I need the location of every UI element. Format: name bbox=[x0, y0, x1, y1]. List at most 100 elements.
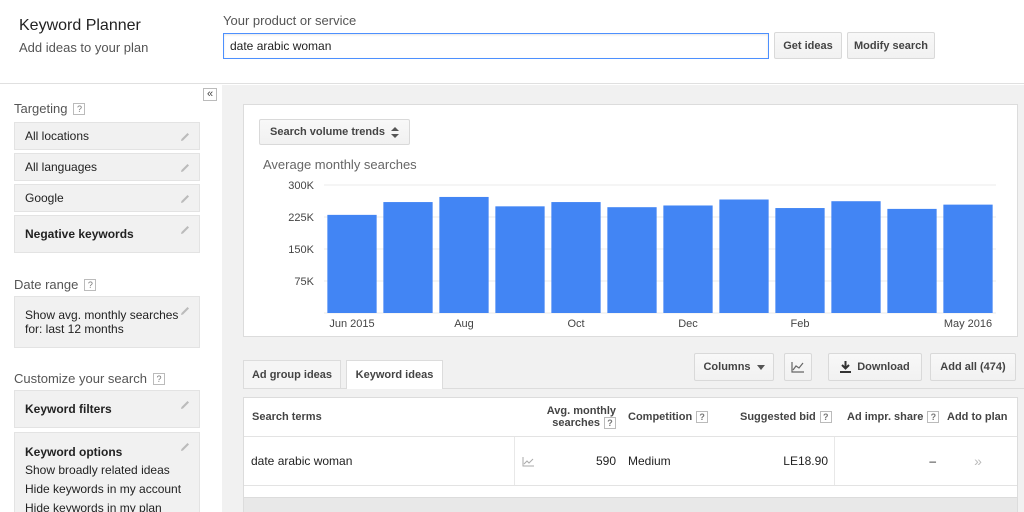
bar-dec bbox=[663, 205, 713, 313]
main-content: 300K 225K 150K 75K Jun 2015 Aug Oct Dec Feb May 2… bbox=[222, 85, 1024, 512]
pencil-icon bbox=[181, 401, 189, 409]
pencil-icon bbox=[181, 226, 189, 234]
x-tick-label: Jun 2015 bbox=[329, 318, 374, 330]
suggested-bid-header-label: Suggested bid bbox=[740, 411, 816, 423]
column-header-competition[interactable]: Competition ? bbox=[628, 398, 709, 436]
chart-toggle-button[interactable] bbox=[784, 353, 812, 381]
column-divider bbox=[834, 437, 835, 485]
help-icon[interactable]: ? bbox=[819, 411, 832, 423]
product-label: Your product or service bbox=[223, 13, 357, 28]
x-tick-label: Oct bbox=[567, 318, 584, 330]
sort-arrows-icon bbox=[390, 126, 399, 138]
targeting-heading-label: Targeting bbox=[14, 101, 68, 116]
x-tick-label: Feb bbox=[791, 318, 810, 330]
avg-monthly-line2: searches bbox=[552, 417, 600, 429]
sidebar-item-label: Negative keywords bbox=[25, 227, 134, 241]
date-range-heading: Date range ? bbox=[14, 277, 97, 292]
ad-impr-share-header-label: Ad impr. share bbox=[847, 411, 924, 423]
keyword-options-label: Keyword options bbox=[25, 445, 123, 459]
sidebar-item-label: Google bbox=[25, 191, 64, 205]
help-icon[interactable]: ? bbox=[696, 411, 709, 423]
keyword-filters-box[interactable]: Keyword filters bbox=[14, 390, 200, 428]
columns-label: Columns bbox=[703, 361, 751, 373]
bar-nov bbox=[607, 207, 657, 313]
bar-jul bbox=[383, 202, 433, 313]
app-subtitle: Add ideas to your plan bbox=[19, 40, 149, 55]
sidebar-item-label: All locations bbox=[25, 129, 90, 143]
avg-monthly-line1: Avg. monthly bbox=[546, 405, 616, 417]
chart-panel: 300K 225K 150K 75K Jun 2015 Aug Oct Dec Feb May 2… bbox=[243, 104, 1018, 337]
line-chart-icon bbox=[791, 362, 804, 373]
keyword-results-table: Search terms Avg. monthly searches ? Com… bbox=[243, 397, 1018, 498]
y-tick-label: 75K bbox=[294, 276, 314, 288]
column-header-suggested-bid[interactable]: Suggested bid ? bbox=[740, 398, 832, 436]
column-header-search-terms[interactable]: Search terms bbox=[252, 398, 322, 436]
download-icon bbox=[840, 361, 852, 373]
targeting-heading: Targeting ? bbox=[14, 101, 86, 116]
bar-aug bbox=[439, 196, 489, 313]
download-label: Download bbox=[857, 361, 910, 373]
pencil-icon bbox=[181, 307, 189, 315]
pencil-icon bbox=[181, 443, 189, 451]
tab-keyword-ideas[interactable]: Keyword ideas bbox=[346, 360, 443, 389]
column-header-add-to-plan: Add to plan bbox=[947, 411, 1008, 423]
date-range-box[interactable]: Show avg. monthly searches for: last 12 … bbox=[14, 296, 200, 348]
app-title: Keyword Planner bbox=[19, 17, 141, 34]
pencil-icon bbox=[181, 133, 189, 141]
columns-button[interactable]: Columns bbox=[694, 353, 774, 381]
keyword-option-item: Hide keywords in my plan bbox=[25, 501, 162, 512]
keyword-options-box[interactable]: Keyword options Show broadly related ide… bbox=[14, 432, 200, 512]
x-tick-label: Aug bbox=[454, 318, 474, 330]
bar-oct bbox=[551, 202, 601, 313]
bar-sep bbox=[495, 206, 545, 313]
help-icon[interactable]: ? bbox=[84, 278, 97, 291]
column-header-ad-impr-share[interactable]: Ad impr. share ? bbox=[847, 398, 940, 436]
row-add-to-plan-button[interactable]: » bbox=[972, 437, 984, 485]
sidebar-item-label: All languages bbox=[25, 160, 98, 174]
sidebar-item-network[interactable]: Google bbox=[14, 184, 200, 212]
row-avg-monthly: 590 bbox=[595, 454, 616, 468]
customize-heading: Customize your search ? bbox=[14, 371, 165, 386]
product-search-input[interactable] bbox=[223, 33, 769, 59]
date-range-line1: Show avg. monthly searches bbox=[25, 308, 179, 322]
tab-ad-group-ideas[interactable]: Ad group ideas bbox=[243, 360, 341, 388]
caret-down-icon bbox=[756, 364, 765, 370]
modify-search-button[interactable]: Modify search bbox=[847, 32, 935, 59]
pencil-icon bbox=[181, 164, 189, 172]
y-tick-label: 150K bbox=[288, 244, 314, 256]
chart-title: Average monthly searches bbox=[263, 157, 417, 172]
column-header-avg-monthly[interactable]: Avg. monthly searches ? bbox=[544, 398, 616, 436]
help-icon[interactable]: ? bbox=[604, 417, 616, 429]
row-search-term: date arabic woman bbox=[251, 454, 353, 468]
bar-mar bbox=[831, 201, 881, 313]
keyword-option-item: Hide keywords in my account bbox=[25, 482, 182, 496]
help-icon[interactable]: ? bbox=[73, 102, 86, 115]
date-range-line2: for: last 12 months bbox=[25, 322, 124, 336]
bar-apr bbox=[887, 208, 937, 313]
collapse-sidebar-button[interactable]: « bbox=[203, 88, 217, 101]
row-competition: Medium bbox=[628, 454, 671, 468]
x-tick-label: Dec bbox=[678, 318, 698, 330]
keyword-option-item: Show broadly related ideas bbox=[25, 463, 170, 477]
bar-jun-2015 bbox=[327, 214, 377, 313]
sidebar: « Targeting ? All locations All language… bbox=[0, 85, 222, 512]
get-ideas-button[interactable]: Get ideas bbox=[774, 32, 842, 59]
y-tick-label: 225K bbox=[288, 212, 314, 224]
table-footer bbox=[243, 498, 1018, 512]
trend-select-label: Search volume trends bbox=[270, 126, 385, 138]
download-button[interactable]: Download bbox=[828, 353, 922, 381]
row-ad-impr-share: – bbox=[929, 454, 936, 468]
row-divider bbox=[244, 485, 1017, 486]
row-trend-icon[interactable] bbox=[522, 437, 535, 485]
add-all-button[interactable]: Add all (474) bbox=[930, 353, 1016, 381]
pencil-icon bbox=[181, 195, 189, 203]
sidebar-item-locations[interactable]: All locations bbox=[14, 122, 200, 150]
row-suggested-bid: LE18.90 bbox=[783, 454, 828, 468]
column-divider bbox=[514, 437, 515, 485]
sidebar-item-negative-keywords[interactable]: Negative keywords bbox=[14, 215, 200, 253]
help-icon[interactable]: ? bbox=[927, 411, 940, 423]
help-icon[interactable]: ? bbox=[152, 372, 165, 385]
search-volume-trends-select[interactable]: Search volume trends bbox=[259, 119, 410, 145]
sidebar-item-languages[interactable]: All languages bbox=[14, 153, 200, 181]
bar-feb bbox=[775, 208, 825, 313]
